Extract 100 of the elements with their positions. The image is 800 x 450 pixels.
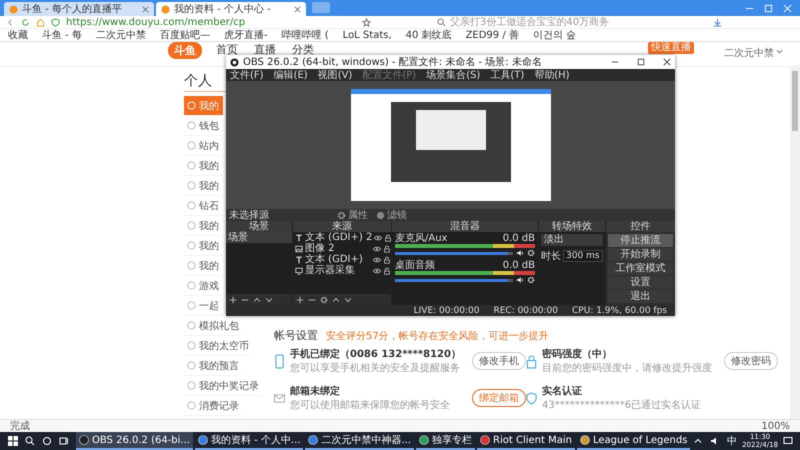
bookmark-link[interactable]: 이건의 숲: [532, 28, 576, 42]
nav-link[interactable]: 直播: [254, 42, 276, 57]
user-menu[interactable]: 二次元中禁: [724, 46, 774, 60]
input-method-indicator[interactable]: 中: [727, 434, 738, 448]
eye-icon[interactable]: [373, 256, 381, 264]
taskbar-button[interactable]: 我的资料 - 个人中...: [194, 432, 304, 450]
cpu-fps-reading: CPU: 1.9%, 60.00 fps: [572, 306, 667, 316]
panel-header: 控件: [606, 221, 675, 232]
menu-item[interactable]: 帮助(H): [534, 68, 570, 82]
speaker-icon[interactable]: [516, 276, 524, 284]
lock-icon[interactable]: [383, 244, 391, 252]
plus-icon[interactable]: [296, 296, 304, 304]
browser-tab[interactable]: 斗鱼 - 每个人的直播平: [4, 2, 154, 16]
nav-link[interactable]: 首页: [216, 42, 238, 57]
source-item[interactable]: 文本 (GDI+) 2: [293, 232, 391, 243]
rec-timer: REC: 00:00:00: [493, 306, 558, 316]
sidebar-item[interactable]: 站内: [184, 136, 223, 156]
sidebar-item[interactable]: 我的太空币: [184, 336, 253, 356]
down-icon[interactable]: [344, 296, 352, 304]
bookmark-link[interactable]: 斗鱼 - 每: [42, 28, 82, 42]
transition-dropdown[interactable]: 淡出: [541, 234, 603, 246]
volume-slider[interactable]: [395, 252, 513, 254]
menu-item[interactable]: 视图(V): [318, 68, 352, 82]
volume-slider[interactable]: [395, 278, 513, 282]
sidebar-item[interactable]: 我的: [184, 236, 223, 256]
sidebar-item[interactable]: 一起: [184, 296, 223, 316]
duration-field[interactable]: 300 ms: [563, 250, 602, 262]
windows-start-icon[interactable]: [8, 436, 18, 446]
sidebar-item[interactable]: 我的: [184, 156, 223, 176]
taskbar-button[interactable]: 二次元中禁中神器...: [305, 432, 414, 450]
taskbar-button[interactable]: Riot Client Main: [477, 432, 575, 450]
bookmark-link[interactable]: LoL Stats,: [342, 30, 392, 40]
sidebar-item[interactable]: 游戏: [184, 276, 223, 296]
zoom-level[interactable]: 100%: [761, 420, 790, 432]
eye-icon[interactable]: [373, 266, 381, 274]
notification-icon[interactable]: [783, 436, 793, 446]
scene-item[interactable]: 场景: [226, 232, 292, 243]
sidebar-item[interactable]: 钱包: [184, 116, 223, 136]
lock-icon[interactable]: [383, 266, 391, 274]
sidebar-item[interactable]: 钻石: [184, 196, 223, 216]
lock-icon: [526, 354, 537, 368]
sidebar-item[interactable]: 我的: [184, 216, 223, 236]
plus-icon[interactable]: [229, 296, 237, 304]
close-icon[interactable]: [294, 6, 301, 12]
lock-icon[interactable]: [384, 234, 392, 242]
menu-item[interactable]: 文件(F): [230, 68, 264, 82]
nav-link[interactable]: 分类: [292, 42, 314, 57]
control-button[interactable]: 退出: [608, 290, 673, 303]
circle-icon: [187, 141, 196, 150]
menu-item[interactable]: 场景集合(S): [426, 68, 480, 82]
bookmark-link[interactable]: 二次元中禁: [96, 28, 146, 42]
sidebar-item[interactable]: 我的预言: [184, 356, 243, 376]
download-icon[interactable]: [713, 18, 722, 26]
up-icon[interactable]: [253, 296, 261, 304]
browser-tab[interactable]: 我的资料 - 个人中心 -: [156, 2, 306, 16]
control-button[interactable]: 设置: [608, 276, 673, 289]
card-button[interactable]: 修改手机: [472, 352, 526, 370]
taskbar-button[interactable]: 独享专栏: [416, 432, 476, 450]
control-button[interactable]: 停止推流: [608, 234, 673, 247]
task-view-icon[interactable]: [59, 436, 69, 446]
gear-icon[interactable]: [320, 296, 328, 304]
refresh-icon[interactable]: [21, 18, 30, 26]
sidebar-item[interactable]: 消费记录: [184, 396, 243, 416]
bookmark-link[interactable]: 收藏: [8, 28, 28, 42]
bookmark-link[interactable]: 虎牙直播-: [224, 28, 268, 42]
address-field[interactable]: https://www.douyu.com/member/cp: [66, 16, 356, 28]
control-button[interactable]: 工作室模式: [608, 262, 673, 275]
circle-icon: [187, 261, 196, 270]
maximize-icon[interactable]: [637, 58, 645, 66]
lock-icon[interactable]: [383, 256, 391, 264]
speaker-icon[interactable]: [516, 249, 524, 257]
taskbar-button[interactable]: League of Legends: [576, 432, 690, 450]
search-field[interactable]: 父亲打3份工做适合宝宝的40万商务: [437, 16, 707, 28]
taskbar-button[interactable]: OBS 26.0.2 (64-bi...: [76, 432, 193, 450]
control-button[interactable]: 开始录制: [608, 248, 673, 261]
card-button[interactable]: 修改密码: [724, 352, 778, 370]
sidebar-item[interactable]: 我的: [184, 256, 223, 276]
close-icon[interactable]: [663, 58, 671, 66]
source-item[interactable]: 文本 (GDI+): [293, 254, 391, 265]
eye-icon[interactable]: [374, 234, 382, 242]
sidebar-item[interactable]: 我的: [184, 176, 223, 196]
circle-icon[interactable]: [42, 436, 52, 446]
bookmark-link[interactable]: 百度贴吧—: [160, 28, 210, 42]
source-item[interactable]: 图像 2: [293, 243, 391, 254]
text-icon: [295, 234, 303, 242]
filters-button[interactable]: 滤镜: [372, 208, 411, 222]
properties-button[interactable]: 属性: [333, 208, 372, 222]
bookmark-link[interactable]: 哔哩哔哩 (: [282, 28, 329, 42]
bookmark-link[interactable]: 40 刺纹底: [406, 28, 452, 42]
eye-icon[interactable]: [373, 244, 381, 252]
down-icon[interactable]: [265, 296, 273, 304]
menu-item[interactable]: 工具(T): [490, 68, 524, 82]
menu-item[interactable]: 编辑(E): [274, 68, 308, 82]
star-icon[interactable]: [362, 18, 371, 26]
scrollbar[interactable]: [790, 67, 800, 419]
sidebar-item[interactable]: 我的中奖记录: [184, 376, 263, 396]
source-item[interactable]: 显示器采集: [293, 265, 391, 276]
search-icon[interactable]: [25, 436, 35, 446]
up-icon[interactable]: [332, 296, 340, 304]
bookmark-link[interactable]: ZED99 / 善: [466, 28, 519, 42]
